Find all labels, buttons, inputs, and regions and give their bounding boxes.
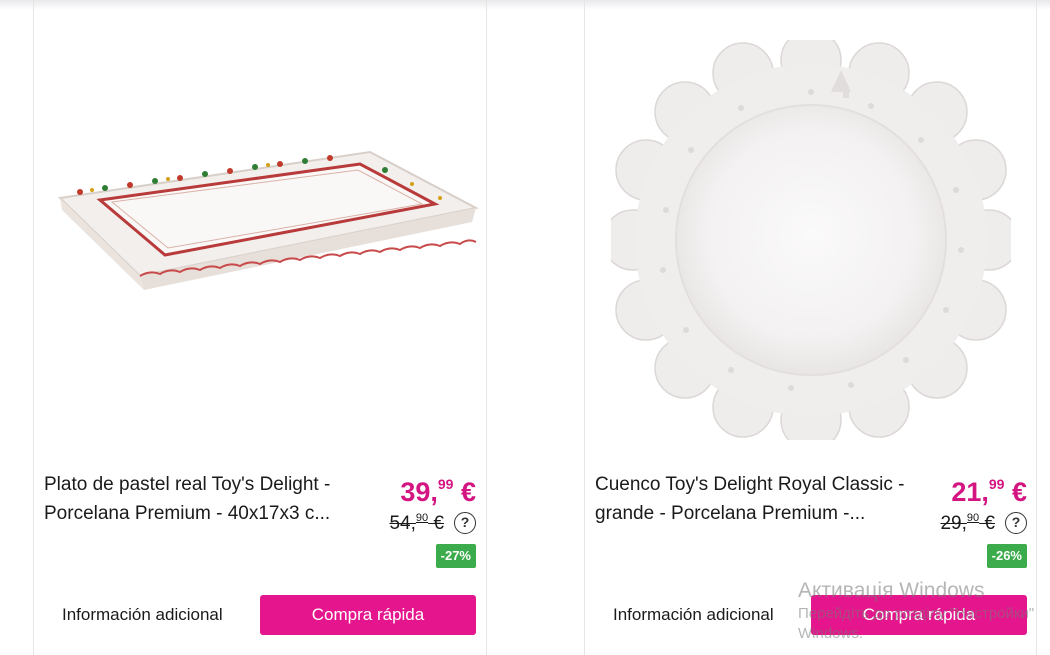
help-icon[interactable]: ? (454, 512, 476, 534)
discount-badge: -27% (435, 544, 476, 568)
round-scalloped-bowl-image[interactable] (585, 30, 1037, 450)
price-block: 21,99 € 29,90 € ? -26% (907, 468, 1027, 568)
old-price: 54,90 € (389, 511, 444, 534)
quick-buy-button[interactable]: Compra rápida (811, 595, 1027, 635)
current-price: 39,99 € (400, 476, 476, 507)
round-scalloped-bowl-icon (611, 40, 1011, 440)
old-price: 29,90 € (940, 511, 995, 534)
product-card[interactable]: Cuenco Toy's Delight Royal Classic - gra… (585, 10, 1037, 655)
rectangular-cake-plate-image[interactable] (34, 30, 486, 450)
old-price-row: 29,90 € ? (907, 510, 1027, 536)
grid-divider (486, 0, 487, 655)
rectangular-cake-plate-icon (57, 150, 479, 290)
product-title[interactable]: Cuenco Toy's Delight Royal Classic - gra… (595, 470, 915, 528)
product-title[interactable]: Plato de pastel real Toy's Delight - Por… (44, 470, 364, 528)
price-block: 39,99 € 54,90 € ? -27% (356, 468, 476, 568)
product-grid: Plato de pastel real Toy's Delight - Por… (0, 0, 1050, 655)
old-price-row: 54,90 € ? (356, 510, 476, 536)
current-price: 21,99 € (951, 476, 1027, 507)
help-icon[interactable]: ? (1005, 512, 1027, 534)
quick-buy-button[interactable]: Compra rápida (260, 595, 476, 635)
header-shadow (0, 0, 1050, 10)
additional-info-link[interactable]: Información adicional (613, 605, 774, 625)
discount-badge: -26% (986, 544, 1027, 568)
additional-info-link[interactable]: Información adicional (62, 605, 223, 625)
product-card[interactable]: Plato de pastel real Toy's Delight - Por… (34, 10, 486, 655)
